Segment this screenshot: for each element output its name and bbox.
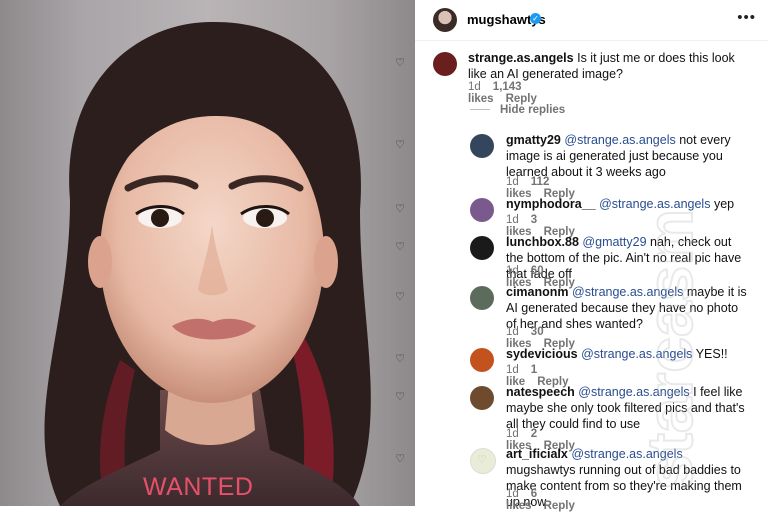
comment-text: strange.as.angels Is it just me or does … — [468, 50, 748, 82]
comment-mention[interactable]: @strange.as.angels — [571, 447, 682, 461]
comment-username[interactable]: gmatty29 — [506, 133, 561, 147]
comment-time: 1d — [506, 176, 519, 188]
comment-text: cimanonm @strange.as.angels maybe it is … — [506, 284, 751, 332]
comment-time: 1d — [506, 214, 519, 226]
like-heart-icon[interactable]: ♡ — [395, 56, 405, 69]
comment-body: yep — [713, 197, 735, 211]
comment-username[interactable]: sydevicious — [506, 347, 578, 361]
comment-mention[interactable]: @strange.as.angels — [564, 133, 675, 147]
comment-username[interactable]: nymphodora__ — [506, 197, 596, 211]
replies-divider-line — [470, 109, 490, 111]
post-header: mugshawtys ✓ ••• — [415, 0, 768, 41]
comment-meta: 1d 6 likes Reply — [506, 488, 587, 512]
comment-mention[interactable]: @strange.as.angels — [581, 347, 692, 361]
comment-time: 1d — [506, 326, 519, 338]
commenter-avatar[interactable] — [470, 236, 494, 260]
comment-username[interactable]: art_ificialx — [506, 447, 568, 461]
comment-time: 1d — [506, 265, 519, 277]
like-heart-icon[interactable]: ♡ — [395, 452, 405, 465]
commenter-avatar[interactable] — [470, 134, 494, 158]
like-heart-icon[interactable]: ♡ — [395, 240, 405, 253]
comment-text: gmatty29 @strange.as.angels not every im… — [506, 132, 751, 180]
hide-replies-label: Hide replies — [500, 104, 566, 116]
comment-body: YES!! — [695, 347, 728, 361]
post-photo: WANTED — [0, 0, 415, 506]
portrait-illustration — [44, 21, 371, 506]
comment-text: sydevicious @strange.as.angels YES!! — [506, 346, 751, 362]
like-heart-icon[interactable]: ♡ — [395, 352, 405, 365]
commenter-avatar[interactable] — [470, 348, 494, 372]
comment-username[interactable]: strange.as.angels — [468, 51, 574, 65]
comment-mention[interactable]: @gmatty29 — [582, 235, 646, 249]
comment-mention[interactable]: @strange.as.angels — [599, 197, 710, 211]
commenter-avatar[interactable] — [470, 286, 494, 310]
wanted-overlay-text: WANTED — [143, 473, 254, 501]
reply-button[interactable]: Reply — [544, 500, 575, 512]
comment-text: nymphodora__ @strange.as.angels yep — [506, 196, 751, 212]
author-avatar[interactable] — [433, 8, 457, 32]
commenter-avatar[interactable]: ♡ — [470, 448, 496, 474]
comment-mention[interactable]: @strange.as.angels — [578, 385, 689, 399]
like-heart-icon[interactable]: ♡ — [395, 390, 405, 403]
like-heart-icon[interactable]: ♡ — [395, 290, 405, 303]
commenter-avatar[interactable] — [470, 198, 494, 222]
comment-username[interactable]: cimanonm — [506, 285, 569, 299]
comment-meta: 1d 1,143 likes Reply — [468, 81, 549, 105]
commenter-avatar[interactable] — [433, 52, 457, 76]
like-heart-icon[interactable]: ♡ — [395, 138, 405, 151]
comment-time: 1d — [506, 428, 519, 440]
comment-mention[interactable]: @strange.as.angels — [572, 285, 683, 299]
hide-replies-button[interactable]: Hide replies — [470, 104, 565, 116]
commenter-avatar[interactable] — [470, 386, 494, 410]
screenshot: WANTED mugshawtys ✓ ••• strange.as.angel… — [0, 0, 768, 512]
comments-panel: mugshawtys ✓ ••• strange.as.angels Is it… — [395, 0, 768, 512]
comment-username[interactable]: lunchbox.88 — [506, 235, 579, 249]
verified-badge-icon: ✓ — [530, 13, 541, 24]
more-horizontal-icon[interactable]: ••• — [737, 9, 756, 26]
like-heart-icon[interactable]: ♡ — [395, 202, 405, 215]
comment-time: 1d — [506, 364, 519, 376]
comment-time: 1d — [506, 488, 519, 500]
comment-username[interactable]: natespeech — [506, 385, 575, 399]
heart-avatar-icon: ♡ — [477, 454, 487, 466]
comment-time: 1d — [468, 81, 481, 93]
comment-text: natespeech @strange.as.angels I feel lik… — [506, 384, 751, 432]
